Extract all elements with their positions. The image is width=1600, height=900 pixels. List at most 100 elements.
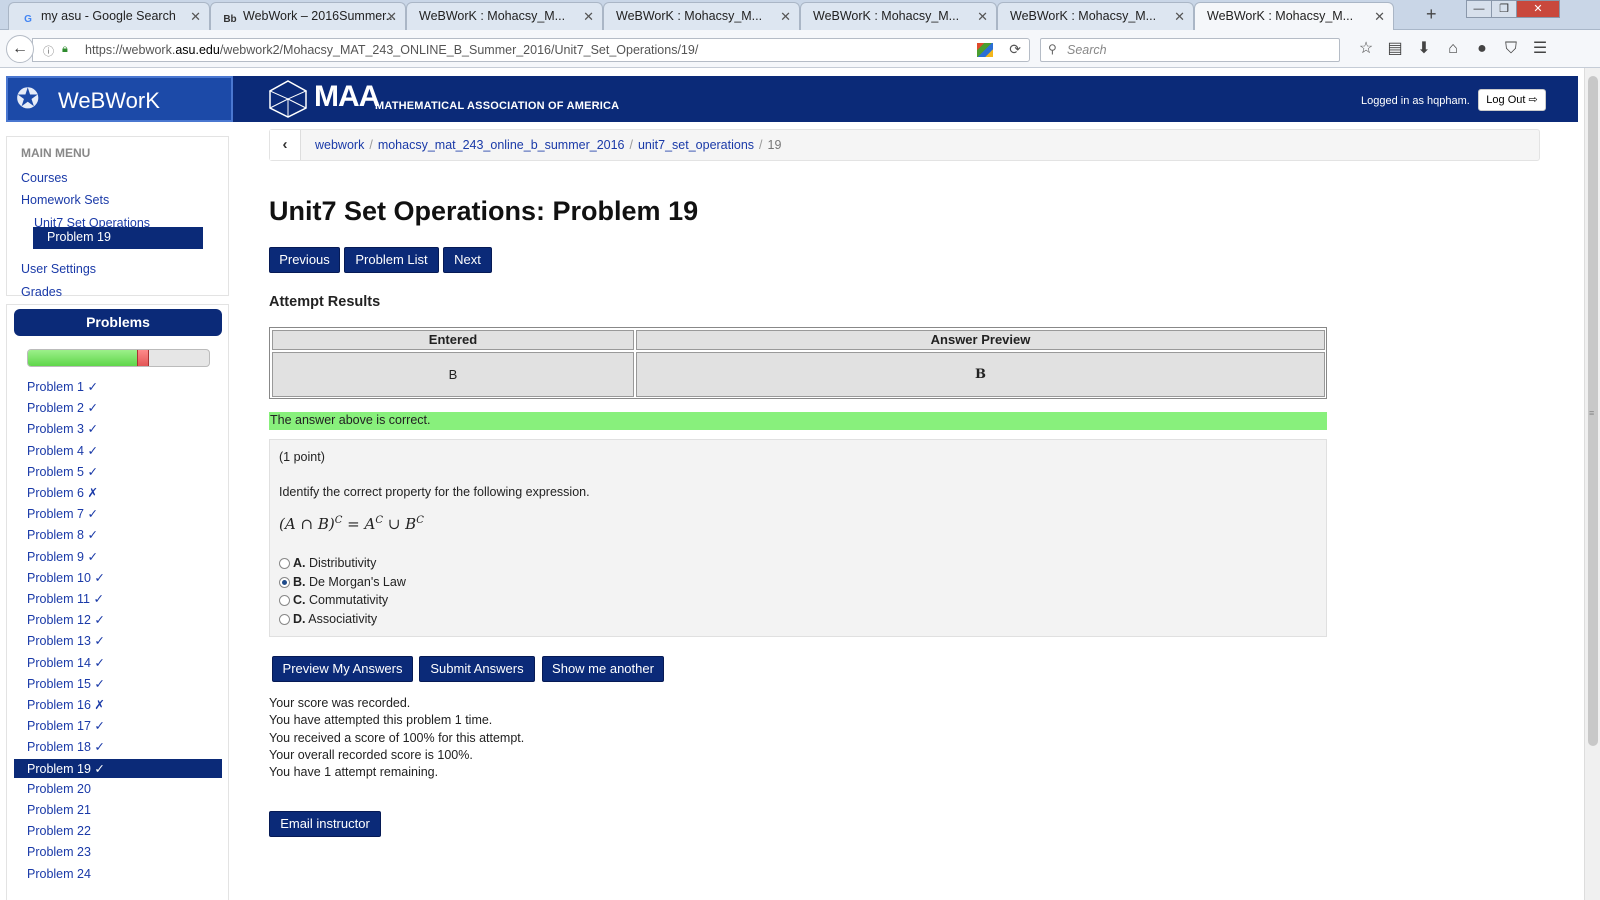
browser-tab[interactable]: Bb WebWork – 2016Summer... ✕ xyxy=(210,2,406,30)
tab-close-icon[interactable]: ✕ xyxy=(190,9,201,25)
browser-tab[interactable]: WeBWorK : Mohacsy_M... ✕ xyxy=(406,2,603,30)
back-button[interactable]: ← xyxy=(6,35,34,63)
problem-list-item[interactable]: Problem 3 ✓ xyxy=(14,419,222,438)
radio-button[interactable] xyxy=(279,613,290,625)
breadcrumb-webwork[interactable]: webwork xyxy=(315,138,364,152)
home-icon[interactable]: ⌂ xyxy=(1443,39,1463,59)
browser-tab[interactable]: Gmy asu - Google Search ✕ xyxy=(8,2,210,30)
answer-option[interactable]: D. Associativity xyxy=(279,612,377,626)
tab-close-icon[interactable]: ✕ xyxy=(1374,9,1385,25)
maximize-button[interactable]: ❐ xyxy=(1491,0,1517,18)
problem-list-item[interactable]: Problem 10 ✓ xyxy=(14,568,222,587)
current-problem-link[interactable]: Problem 19 xyxy=(33,227,203,249)
logout-button[interactable]: Log Out ⇨ xyxy=(1478,89,1546,111)
progress-correct xyxy=(28,350,137,366)
reload-icon[interactable]: ⟳ xyxy=(1009,41,1021,58)
url-text[interactable]: https://webwork.asu.edu/webwork2/Mohacsy… xyxy=(85,43,698,57)
preview-answers-button[interactable]: Preview My Answers xyxy=(272,656,413,682)
tab-close-icon[interactable]: ✕ xyxy=(1174,9,1185,25)
problem-list-item[interactable]: Problem 2 ✓ xyxy=(14,398,222,417)
answer-option[interactable]: B. De Morgan's Law xyxy=(279,575,406,589)
tab-close-icon[interactable]: ✕ xyxy=(386,9,397,25)
problem-list-item[interactable]: Problem 21 xyxy=(14,801,222,820)
problem-list-item[interactable]: Problem 17 ✓ xyxy=(14,716,222,735)
masthead: ✪ WeBWorK MAA MATHEMATICAL ASSOCIATION O… xyxy=(6,76,1578,122)
problem-list-button[interactable]: Problem List xyxy=(344,247,439,273)
previous-button[interactable]: Previous xyxy=(269,247,340,273)
extension-icon[interactable] xyxy=(977,43,993,57)
grades-link[interactable]: Grades xyxy=(21,285,62,299)
tab-title: WebWork – 2016Summer... xyxy=(243,9,397,23)
problem-list-item[interactable]: Problem 14 ✓ xyxy=(14,653,222,672)
problem-list-item[interactable]: Problem 23 xyxy=(14,843,222,862)
pocket-icon[interactable]: ⛉ xyxy=(1501,39,1521,59)
browser-tab[interactable]: WeBWorK : Mohacsy_M... ✕ xyxy=(1194,2,1394,30)
problem-list-item[interactable]: Problem 24 xyxy=(14,865,222,884)
problem-list-item[interactable]: Problem 9 ✓ xyxy=(14,547,222,566)
problem-list-item[interactable]: Problem 13 ✓ xyxy=(14,631,222,650)
problem-body: (1 point) Identify the correct property … xyxy=(269,439,1327,637)
browser-tab[interactable]: WeBWorK : Mohacsy_M... ✕ xyxy=(800,2,997,30)
info-icon[interactable]: ⓘ xyxy=(43,43,54,59)
breadcrumb: ‹ webwork / mohacsy_mat_243_online_b_summe… xyxy=(269,129,1540,161)
tab-title: WeBWorK : Mohacsy_M... xyxy=(1207,9,1354,23)
logged-in-text: Logged in as hqpham. xyxy=(1361,95,1470,107)
problem-list-item[interactable]: Problem 4 ✓ xyxy=(14,441,222,460)
breadcrumb-back-button[interactable]: ‹ xyxy=(270,130,301,160)
problem-list-item[interactable]: Problem 11 ✓ xyxy=(14,589,222,608)
problem-list-item[interactable]: Problem 8 ✓ xyxy=(14,525,222,544)
tab-close-icon[interactable]: ✕ xyxy=(780,9,791,25)
tab-title: WeBWorK : Mohacsy_M... xyxy=(616,9,763,23)
problem-list-item[interactable]: Problem 1 ✓ xyxy=(14,377,222,396)
answer-preview-header: Answer Preview xyxy=(636,330,1325,350)
chat-icon[interactable]: ● xyxy=(1472,39,1492,59)
email-instructor-button[interactable]: Email instructor xyxy=(269,811,381,837)
submit-answers-button[interactable]: Submit Answers xyxy=(419,656,535,682)
problem-list-item[interactable]: Problem 12 ✓ xyxy=(14,610,222,629)
problem-list-item[interactable]: Problem 20 xyxy=(14,780,222,799)
menu-icon[interactable]: ☰ xyxy=(1530,39,1550,59)
browser-nav-bar: ⓘ 🔒︎ https://webwork.asu.edu/webwork2/Mo… xyxy=(0,30,1600,68)
answer-option[interactable]: C. Commutativity xyxy=(279,593,388,607)
browser-tab[interactable]: WeBWorK : Mohacsy_M... ✕ xyxy=(603,2,800,30)
webwork-brand[interactable]: ✪ WeBWorK xyxy=(6,76,233,122)
problem-list-item[interactable]: Problem 7 ✓ xyxy=(14,504,222,523)
tab-close-icon[interactable]: ✕ xyxy=(977,9,988,25)
next-button[interactable]: Next xyxy=(443,247,492,273)
breadcrumb-separator: / xyxy=(629,138,633,152)
radio-button[interactable] xyxy=(279,558,290,569)
bookmark-star-icon[interactable]: ☆ xyxy=(1356,39,1376,59)
score-line: Your overall recorded score is 100%. xyxy=(269,747,473,762)
homework-sets-link[interactable]: Homework Sets xyxy=(21,193,109,207)
answer-option[interactable]: A. Distributivity xyxy=(279,556,376,570)
score-line: You received a score of 100% for this at… xyxy=(269,730,525,745)
user-settings-link[interactable]: User Settings xyxy=(21,262,96,276)
tab-close-icon[interactable]: ✕ xyxy=(583,9,594,25)
option-letter: D. xyxy=(293,611,306,626)
courses-link[interactable]: Courses xyxy=(21,171,68,185)
breadcrumb-course[interactable]: mohacsy_mat_243_online_b_summer_2016 xyxy=(378,138,625,152)
problem-list-item[interactable]: Problem 5 ✓ xyxy=(14,462,222,481)
problem-list-item[interactable]: Problem 18 ✓ xyxy=(14,737,222,756)
search-box[interactable]: ⚲ Search xyxy=(1040,38,1340,62)
radio-button[interactable] xyxy=(279,595,290,607)
radio-button[interactable] xyxy=(279,576,290,588)
minimize-button[interactable]: — xyxy=(1466,0,1492,18)
download-icon[interactable]: ⬇ xyxy=(1414,39,1434,59)
entered-cell: B xyxy=(272,352,634,397)
problem-list-item[interactable]: Problem 6 ✗ xyxy=(14,483,222,502)
vertical-scrollbar[interactable]: ≡ xyxy=(1584,68,1600,900)
problem-list-item[interactable]: Problem 19 ✓ xyxy=(14,758,222,778)
main-menu-heading: MAIN MENU xyxy=(21,146,91,160)
new-tab-button[interactable]: + xyxy=(1426,4,1437,25)
reading-list-icon[interactable]: ▤ xyxy=(1385,39,1405,59)
problem-list-item[interactable]: Problem 15 ✓ xyxy=(14,674,222,693)
close-window-button[interactable]: ✕ xyxy=(1516,0,1560,18)
show-another-button[interactable]: Show me another xyxy=(542,656,664,682)
problem-list-item[interactable]: Problem 22 xyxy=(14,822,222,841)
problem-list-item[interactable]: Problem 16 ✗ xyxy=(14,695,222,714)
attempt-results-table: Entered Answer Preview B B xyxy=(269,327,1327,399)
browser-tab[interactable]: WeBWorK : Mohacsy_M... ✕ xyxy=(997,2,1194,30)
address-bar[interactable]: ⓘ 🔒︎ https://webwork.asu.edu/webwork2/Mo… xyxy=(32,38,1030,62)
breadcrumb-set[interactable]: unit7_set_operations xyxy=(638,138,754,152)
